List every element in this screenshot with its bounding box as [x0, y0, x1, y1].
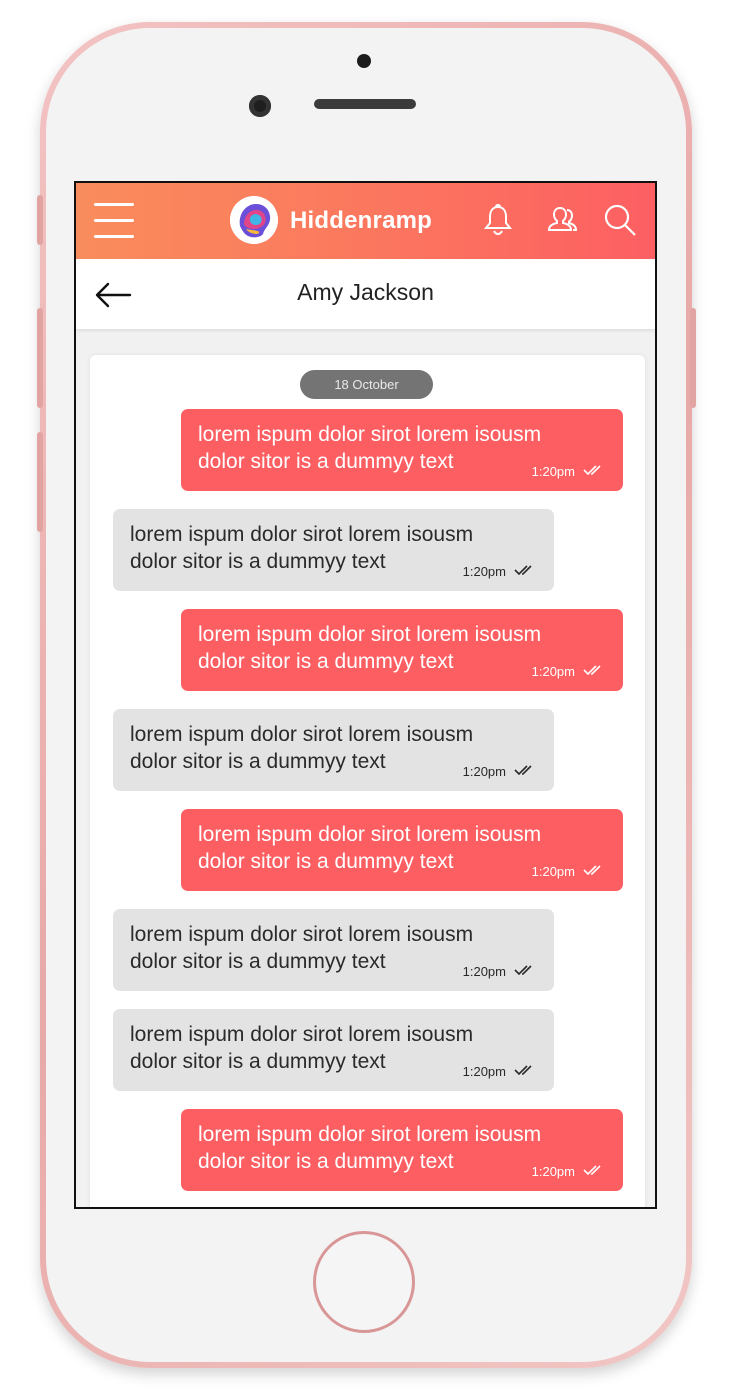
app-logo: [230, 196, 278, 244]
read-receipt-icon: [583, 658, 605, 685]
power-button: [690, 308, 696, 408]
contacts-icon[interactable]: [544, 202, 580, 238]
volume-up-button: [37, 308, 43, 408]
volume-down-button: [37, 432, 43, 532]
read-receipt-icon: [583, 858, 605, 885]
message-bubble-received[interactable]: lorem ispum dolor sirot lorem isousm dol…: [113, 709, 554, 791]
message-meta: 1:20pm: [463, 558, 536, 585]
message-time: 1:20pm: [531, 1164, 575, 1179]
read-receipt-icon: [583, 1158, 605, 1185]
date-separator: 18 October: [300, 370, 433, 399]
message-time: 1:20pm: [531, 464, 575, 479]
proximity-sensor: [357, 54, 371, 68]
bell-icon[interactable]: [480, 202, 516, 238]
read-receipt-icon: [514, 958, 536, 985]
message-meta: 1:20pm: [532, 1158, 605, 1185]
read-receipt-icon: [514, 1058, 536, 1085]
message-bubble-received[interactable]: lorem ispum dolor sirot lorem isousm dol…: [113, 909, 554, 991]
message-meta: 1:20pm: [463, 1058, 536, 1085]
contact-name: Amy Jackson: [297, 279, 434, 305]
message-meta: 1:20pm: [463, 958, 536, 985]
message-bubble-sent[interactable]: lorem ispum dolor sirot lorem isousm dol…: [181, 809, 623, 891]
app-header: Hiddenramp: [76, 183, 655, 259]
message-meta: 1:20pm: [463, 758, 536, 785]
app-title: Hiddenramp: [290, 207, 433, 234]
read-receipt-icon: [583, 458, 605, 485]
message-bubble-received[interactable]: lorem ispum dolor sirot lorem isousm dol…: [113, 509, 554, 591]
message-meta: 1:20pm: [532, 458, 605, 485]
message-meta: 1:20pm: [532, 658, 605, 685]
chat-header: Amy Jackson: [76, 259, 655, 329]
message-bubble-sent[interactable]: lorem ispum dolor sirot lorem isousm dol…: [181, 409, 623, 491]
message-bubble-sent[interactable]: lorem ispum dolor sirot lorem isousm dol…: [181, 1109, 623, 1191]
message-meta: 1:20pm: [532, 858, 605, 885]
home-button[interactable]: [313, 1231, 415, 1333]
message-time: 1:20pm: [462, 564, 506, 579]
front-camera: [249, 95, 271, 117]
phone-screen: Hiddenramp Amy Jackson 18 October lorem …: [74, 181, 657, 1209]
menu-icon[interactable]: [94, 203, 134, 239]
message-bubble-received[interactable]: lorem ispum dolor sirot lorem isousm dol…: [113, 1009, 554, 1091]
mute-switch: [37, 195, 43, 245]
message-list[interactable]: 18 October lorem ispum dolor sirot lorem…: [90, 355, 645, 1207]
message-time: 1:20pm: [531, 864, 575, 879]
message-time: 1:20pm: [462, 764, 506, 779]
read-receipt-icon: [514, 558, 536, 585]
earpiece-speaker: [314, 99, 416, 109]
read-receipt-icon: [514, 758, 536, 785]
message-time: 1:20pm: [531, 664, 575, 679]
message-time: 1:20pm: [462, 964, 506, 979]
message-bubble-sent[interactable]: lorem ispum dolor sirot lorem isousm dol…: [181, 609, 623, 691]
search-icon[interactable]: [602, 202, 638, 238]
message-time: 1:20pm: [462, 1064, 506, 1079]
